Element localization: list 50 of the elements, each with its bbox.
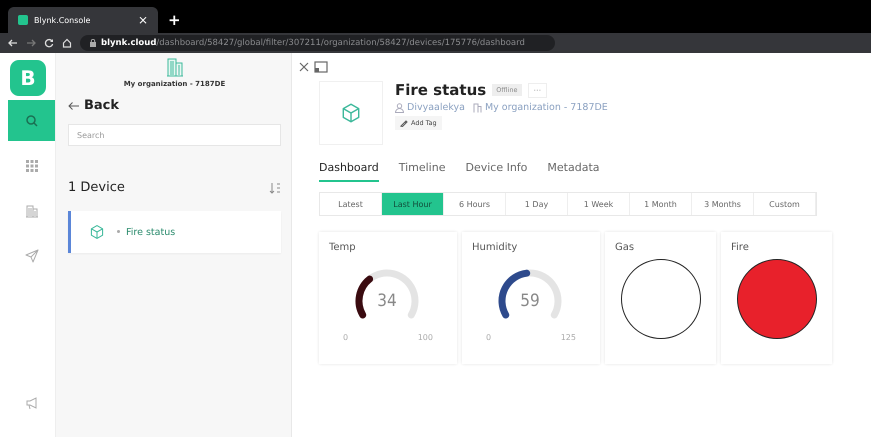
new-tab-button[interactable]: +: [168, 11, 181, 29]
tab[interactable]: Timeline: [398, 161, 446, 182]
tab-title: Blynk.Console: [34, 16, 92, 24]
grid-icon: [24, 158, 38, 172]
device-title: Fire status: [395, 81, 486, 99]
device-count: 1 Device: [68, 180, 125, 195]
address-bar[interactable]: blynk.cloud/dashboard/58427/global/filter/307211/organization/58427/devices/175776/dashboard: [80, 35, 555, 51]
building-icon: [472, 102, 482, 112]
widget-title: Temp: [329, 242, 357, 253]
cube-icon: [89, 224, 105, 240]
search-icon: [24, 114, 38, 128]
back-arrow-icon[interactable]: [8, 38, 18, 48]
building-icon: [24, 204, 38, 218]
browser-tab[interactable]: Blynk.Console ×: [8, 7, 158, 33]
tab[interactable]: Metadata: [547, 161, 600, 182]
megaphone-icon[interactable]: [24, 396, 38, 410]
gauge-min: 0: [343, 333, 348, 342]
gauge-value: 34: [376, 291, 398, 311]
time-range-button[interactable]: Last Hour: [382, 193, 444, 215]
gauge-value: 59: [519, 291, 541, 311]
favicon-icon: [18, 15, 28, 25]
tab[interactable]: Dashboard: [319, 161, 379, 182]
reload-icon[interactable]: [44, 38, 54, 48]
widget-title: Fire: [731, 242, 750, 253]
tag-icon: [400, 119, 408, 127]
device-list-item[interactable]: Fire status: [68, 211, 281, 253]
building-icon: [166, 57, 184, 77]
home-icon[interactable]: [62, 38, 72, 48]
close-icon[interactable]: [298, 61, 310, 73]
back-arrow-icon: [68, 100, 80, 110]
close-tab-button[interactable]: ×: [138, 13, 148, 27]
paper-plane-icon: [24, 248, 38, 262]
gauge-max: 125: [560, 333, 576, 342]
cube-icon: [340, 102, 362, 124]
url-host: blynk.cloud: [101, 38, 156, 48]
search-field[interactable]: Search: [68, 124, 281, 146]
tab[interactable]: Device Info: [465, 161, 528, 182]
back-button[interactable]: Back: [68, 98, 120, 113]
forward-arrow-icon[interactable]: [26, 38, 36, 48]
gauge-max: 100: [418, 333, 433, 342]
device-name: Fire status: [117, 226, 176, 238]
lock-icon: [90, 39, 96, 47]
nav-item[interactable]: [8, 100, 55, 141]
url-path: /dashboard/58427/global/filter/307211/organization/58427/devices/175776/dashboard: [156, 38, 525, 48]
gauge-min: 0: [486, 333, 492, 342]
sort-icon[interactable]: [269, 182, 281, 194]
widget-title: Humidity: [472, 242, 518, 253]
widget-title: Gas: [615, 242, 636, 253]
user-icon: [395, 102, 404, 112]
expand-icon[interactable]: [314, 61, 328, 73]
